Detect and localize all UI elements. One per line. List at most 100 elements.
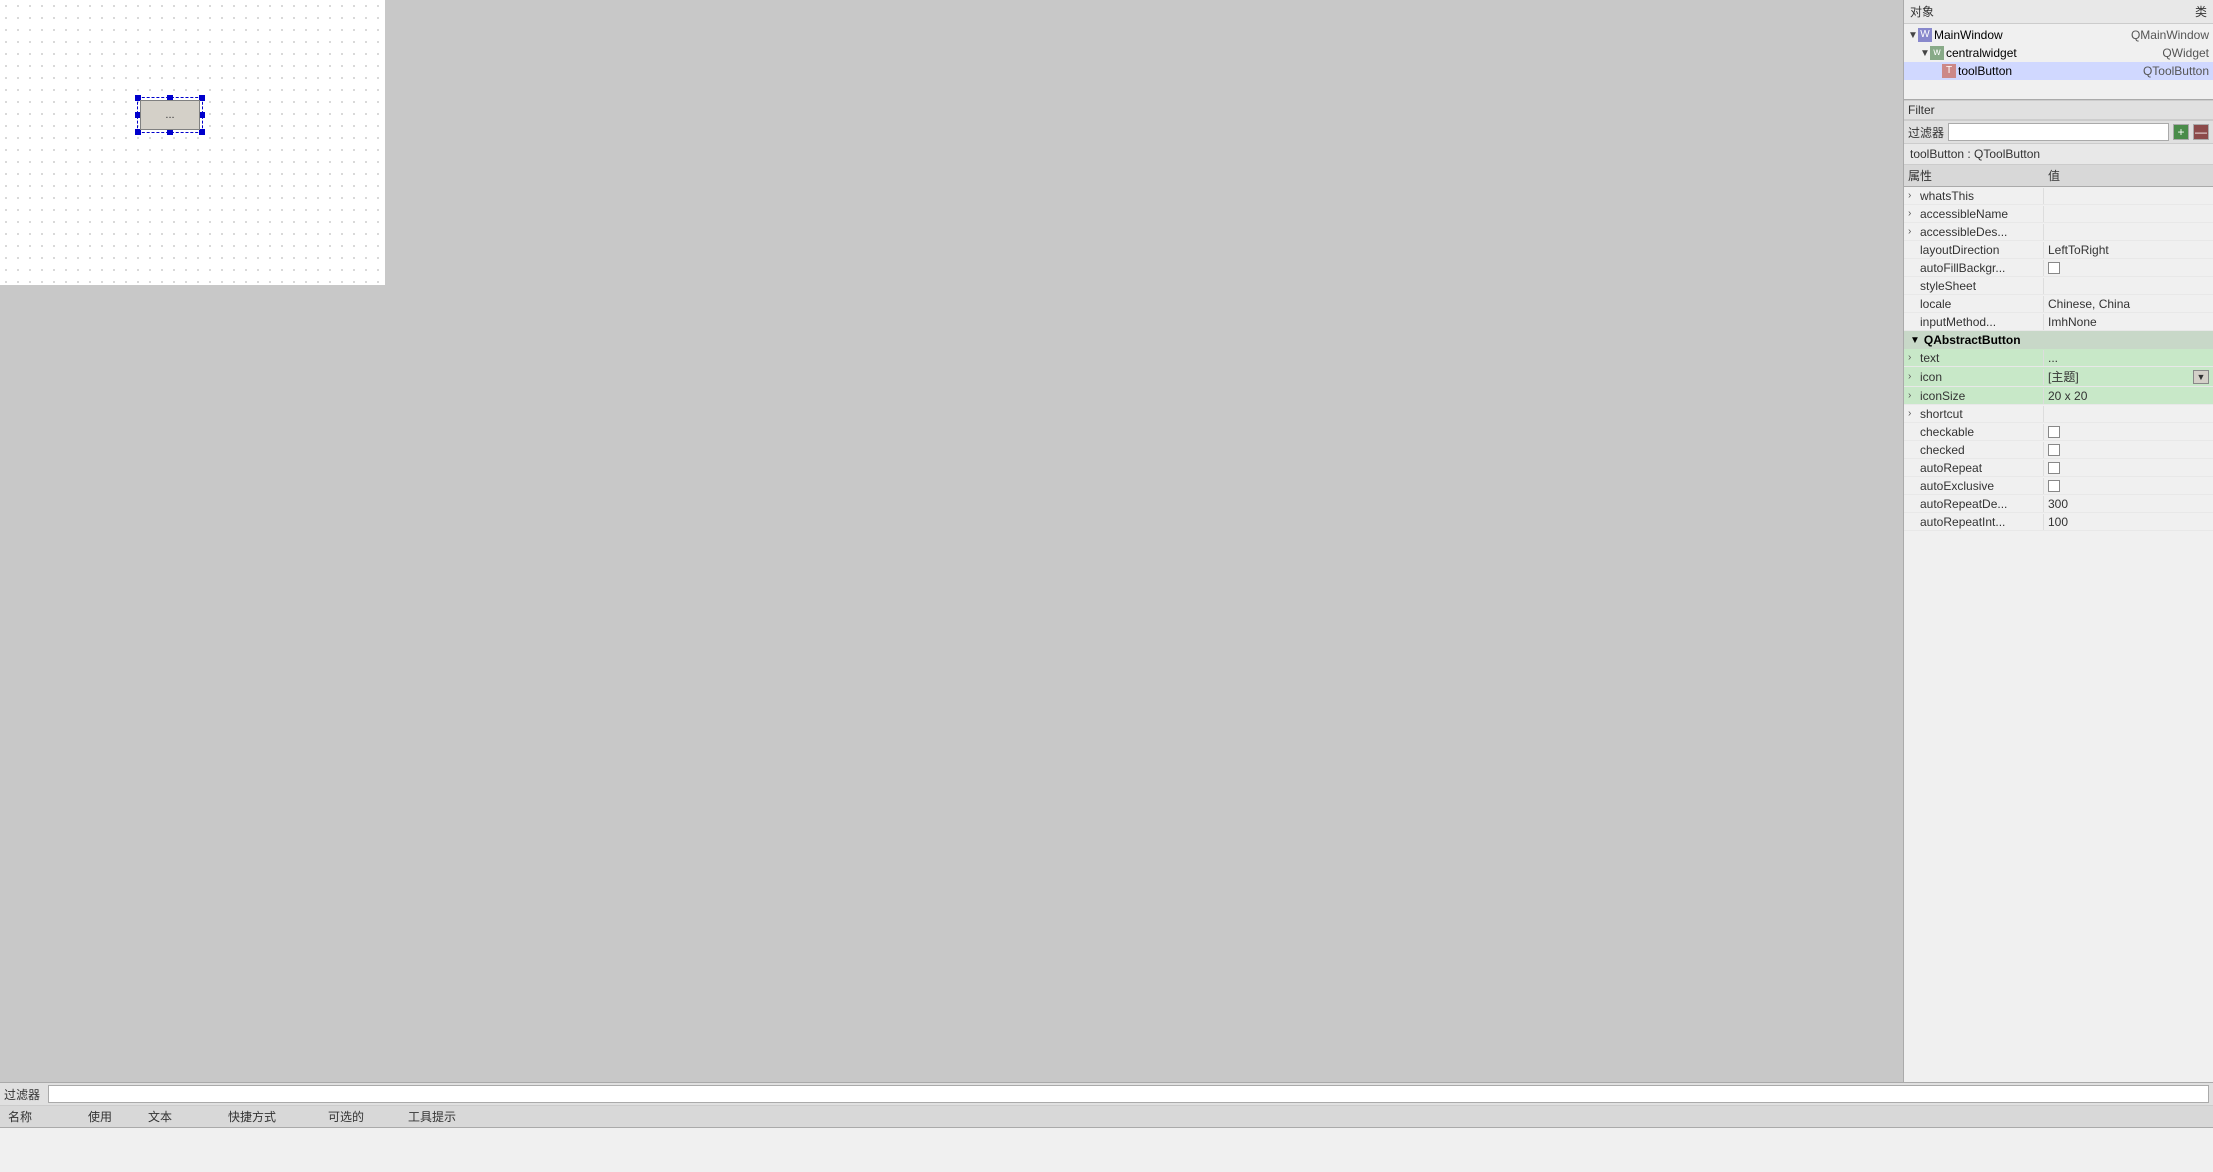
props-value-auto-repeat-de: 300 xyxy=(2044,496,2213,512)
props-name-text: › text xyxy=(1904,350,2044,366)
props-filter-remove-btn[interactable]: — xyxy=(2193,124,2209,140)
props-row-checkable[interactable]: checkable xyxy=(1904,423,2213,441)
tree-arrow-main-window: ▼ xyxy=(1908,30,1918,41)
tree-icon-toolbutton: T xyxy=(1942,64,1956,78)
bottom-filter-row: 过滤器 xyxy=(0,1083,2213,1106)
props-value-accessible-name xyxy=(2044,213,2213,215)
props-name-checked: checked xyxy=(1904,442,2044,458)
tree-item-centralwidget[interactable]: ▼ w centralwidget QWidget xyxy=(1904,44,2213,62)
props-name-auto-repeat-de: autoRepeatDe... xyxy=(1904,496,2044,512)
icon-edit-btn[interactable]: ▼ xyxy=(2193,370,2209,384)
bottom-col-name: 名称 xyxy=(4,1108,84,1125)
bottom-col-checkable: 可选的 xyxy=(324,1108,404,1125)
tree-item-main-window[interactable]: ▼ W MainWindow QMainWindow xyxy=(1904,26,2213,44)
props-name-layout-direction: layoutDirection xyxy=(1904,242,2044,258)
props-value-shortcut xyxy=(2044,413,2213,415)
props-filter-label: 过滤器 xyxy=(1908,124,1944,141)
checkbox-auto-exclusive[interactable] xyxy=(2048,480,2060,492)
props-row-locale[interactable]: locale Chinese, China xyxy=(1904,295,2213,313)
props-value-auto-exclusive xyxy=(2044,479,2213,493)
canvas-white: ... xyxy=(0,0,385,285)
bottom-header: 名称 使用 文本 快捷方式 可选的 工具提示 xyxy=(0,1106,2213,1128)
tool-button-widget[interactable]: ... xyxy=(140,100,200,130)
tree-class-main-window: QMainWindow xyxy=(2131,28,2209,42)
props-title: toolButton : QToolButton xyxy=(1904,144,2213,165)
props-value-icon: [主题] ▼ xyxy=(2044,367,2213,386)
section-abstract-button[interactable]: ▼ QAbstractButton xyxy=(1904,331,2213,349)
props-value-text: ... xyxy=(2044,350,2213,366)
object-panel: 对象 类 ▼ W MainWindow QMainWindow ▼ w cent… xyxy=(1904,0,2213,100)
props-value-locale: Chinese, China xyxy=(2044,296,2213,312)
props-filter-row: 过滤器 + — xyxy=(1904,120,2213,144)
props-row-checked[interactable]: checked xyxy=(1904,441,2213,459)
props-col-property: 属性 xyxy=(1908,167,2048,184)
props-row-style-sheet[interactable]: styleSheet xyxy=(1904,277,2213,295)
tree-class-toolbutton: QToolButton xyxy=(2143,64,2209,78)
tree-name-centralwidget: centralwidget xyxy=(1946,46,2162,60)
object-col-class: 类 xyxy=(2059,2,2210,21)
canvas-area: ... xyxy=(0,0,1903,1082)
props-row-icon[interactable]: › icon [主题] ▼ xyxy=(1904,367,2213,387)
bottom-col-tooltip: 工具提示 xyxy=(404,1108,2209,1125)
tree-class-centralwidget: QWidget xyxy=(2162,46,2209,60)
props-value-whats-this xyxy=(2044,195,2213,197)
bottom-col-shortcut: 快捷方式 xyxy=(224,1108,324,1125)
props-row-icon-size[interactable]: › iconSize 20 x 20 xyxy=(1904,387,2213,405)
checkbox-auto-fill-bgr[interactable] xyxy=(2048,262,2060,274)
props-row-shortcut[interactable]: › shortcut xyxy=(1904,405,2213,423)
checkbox-checked[interactable] xyxy=(2048,444,2060,456)
props-value-checkable xyxy=(2044,425,2213,439)
props-name-auto-fill-bgr: autoFillBackgr... xyxy=(1904,260,2044,276)
props-row-accessible-name[interactable]: › accessibleName xyxy=(1904,205,2213,223)
props-value-accessible-des xyxy=(2044,231,2213,233)
bottom-col-use: 使用 xyxy=(84,1108,144,1125)
props-name-shortcut: › shortcut xyxy=(1904,406,2044,422)
tree-icon-centralwidget: w xyxy=(1930,46,1944,60)
props-row-layout-direction[interactable]: layoutDirection LeftToRight xyxy=(1904,241,2213,259)
props-value-icon-size: 20 x 20 xyxy=(2044,388,2213,404)
main-area: ... 对象 类 ▼ W MainWindow QMainWindow xyxy=(0,0,2213,1082)
props-name-whats-this: › whatsThis xyxy=(1904,188,2044,204)
section-arrow-abstract-button: ▼ xyxy=(1910,335,1920,346)
props-value-auto-fill-bgr xyxy=(2044,261,2213,275)
props-header: 属性 值 xyxy=(1904,165,2213,187)
props-row-whats-this[interactable]: › whatsThis xyxy=(1904,187,2213,205)
props-row-auto-exclusive[interactable]: autoExclusive xyxy=(1904,477,2213,495)
props-name-auto-repeat-int: autoRepeatInt... xyxy=(1904,514,2044,530)
props-name-icon-size: › iconSize xyxy=(1904,388,2044,404)
props-name-icon: › icon xyxy=(1904,369,2044,385)
props-row-auto-repeat[interactable]: autoRepeat xyxy=(1904,459,2213,477)
tree-arrow-centralwidget: ▼ xyxy=(1920,48,1930,59)
bottom-table: 名称 使用 文本 快捷方式 可选的 工具提示 xyxy=(0,1106,2213,1172)
props-name-input-method: inputMethod... xyxy=(1904,314,2044,330)
tree-icon-main-window: W xyxy=(1918,28,1932,42)
object-filter-row: Filter xyxy=(1904,100,2213,120)
props-row-accessible-des[interactable]: › accessibleDes... xyxy=(1904,223,2213,241)
bottom-panel: 过滤器 名称 使用 文本 快捷方式 可选的 工具提示 xyxy=(0,1082,2213,1172)
props-row-auto-repeat-de[interactable]: autoRepeatDe... 300 xyxy=(1904,495,2213,513)
props-name-auto-exclusive: autoExclusive xyxy=(1904,478,2044,494)
bottom-filter-input[interactable] xyxy=(48,1085,2209,1103)
props-row-input-method[interactable]: inputMethod... ImhNone xyxy=(1904,313,2213,331)
props-value-input-method: ImhNone xyxy=(2044,314,2213,330)
props-row-text[interactable]: › text ... xyxy=(1904,349,2213,367)
tree-name-main-window: MainWindow xyxy=(1934,28,2131,42)
props-filter-input[interactable] xyxy=(1948,123,2169,141)
props-name-locale: locale xyxy=(1904,296,2044,312)
tree-name-toolbutton: toolButton xyxy=(1958,64,2143,78)
props-row-auto-repeat-int[interactable]: autoRepeatInt... 100 xyxy=(1904,513,2213,531)
checkbox-checkable[interactable] xyxy=(2048,426,2060,438)
props-filter-add-btn[interactable]: + xyxy=(2173,124,2189,140)
props-row-auto-fill-bgr[interactable]: autoFillBackgr... xyxy=(1904,259,2213,277)
props-name-accessible-des: › accessibleDes... xyxy=(1904,224,2044,240)
props-value-auto-repeat-int: 100 xyxy=(2044,514,2213,530)
props-value-auto-repeat xyxy=(2044,461,2213,475)
props-value-layout-direction: LeftToRight xyxy=(2044,242,2213,258)
tree-item-toolbutton[interactable]: T toolButton QToolButton xyxy=(1904,62,2213,80)
props-name-style-sheet: styleSheet xyxy=(1904,278,2044,294)
object-panel-header: 对象 类 xyxy=(1904,0,2213,24)
props-col-value: 值 xyxy=(2048,167,2209,184)
props-panel: 属性 值 › whatsThis › accessibleName xyxy=(1904,165,2213,1082)
props-value-checked xyxy=(2044,443,2213,457)
checkbox-auto-repeat[interactable] xyxy=(2048,462,2060,474)
